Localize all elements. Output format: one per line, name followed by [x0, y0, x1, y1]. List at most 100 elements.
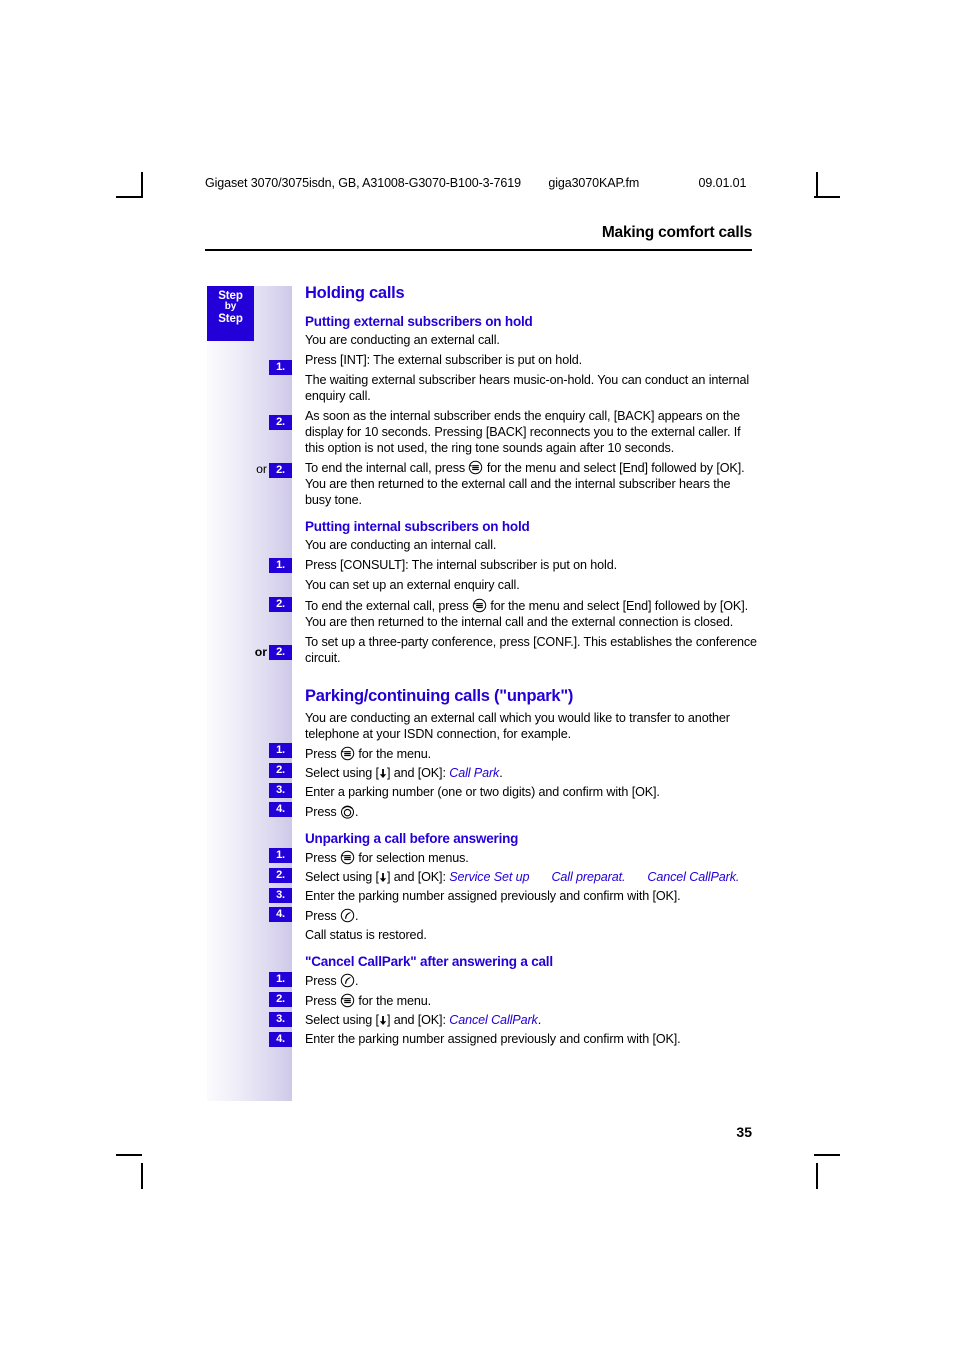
crop-mark-bottom-right-horizontal: [814, 1154, 840, 1156]
text-internal-intro: You are conducting an internal call.: [305, 538, 497, 553]
text-cancel-step-4: Enter the parking number assigned previo…: [305, 1031, 681, 1046]
subsection-title-cancel-callpark: "Cancel CallPark" after answering a call: [305, 953, 553, 969]
step-badge: 3.: [269, 783, 292, 798]
text-unparking-step-2-b: ] and [OK]:: [386, 870, 446, 885]
text-internal-step-1: Press [CONSULT]: The internal subscriber…: [305, 558, 617, 573]
menu-key-icon: [340, 850, 355, 865]
text-external-intro: You are conducting an external call.: [305, 332, 500, 347]
text-unparking-step-2: Select using [ ] and [OK]: Service Set up…: [305, 870, 757, 886]
crop-mark-top-left-vertical: [141, 172, 143, 198]
text-parking-intro: You are conducting an external call whic…: [305, 710, 730, 741]
step-badge: 1.: [269, 360, 292, 375]
subsection-title-external-hold: Putting external subscribers on hold: [305, 313, 533, 329]
step-badge: 4.: [269, 802, 292, 817]
step-by-step-label: Step by Step: [207, 286, 254, 341]
text-internal-note-1: You can set up an external enquiry call.: [305, 578, 520, 593]
text-cancel-step-1-a: Press: [305, 974, 337, 989]
text-parking-step-1-b: for the menu.: [358, 747, 432, 762]
or-label: or: [256, 462, 267, 476]
menu-item-service-set-up: Service Set up: [449, 870, 530, 885]
down-arrow-key-icon: [379, 768, 387, 779]
text-unparking-note: Call status is restored.: [305, 928, 427, 943]
chapter-rule: [205, 249, 752, 251]
text-internal-step-2-a: To end the external call, press: [305, 599, 469, 614]
section-title-parking: Parking/continuing calls ("unpark"): [305, 686, 574, 705]
crop-mark-top-right-vertical: [816, 172, 818, 198]
step-badge: 4.: [269, 907, 292, 922]
subsection-title-unparking: Unparking a call before answering: [305, 831, 519, 847]
step-badge: 1.: [269, 848, 292, 863]
step-badge: 3.: [269, 888, 292, 903]
crop-mark-bottom-left-vertical: [141, 1163, 143, 1189]
down-arrow-key-icon: [379, 872, 387, 883]
text-parking-step-2: Select using [ ] and [OK]: Call Park.: [305, 766, 757, 782]
step-badge: 2.: [269, 415, 292, 430]
main-content: Holding calls Putting external subscribe…: [305, 284, 757, 1051]
text-unparking-step-4-b: .: [354, 909, 359, 924]
text-parking-step-2-b: ] and [OK]:: [386, 766, 446, 781]
talk-key-icon: [340, 908, 355, 923]
text-unparking-step-2-a: Select using [: [305, 870, 379, 885]
text-unparking-step-3: Enter the parking number assigned previo…: [305, 889, 681, 904]
text-cancel-step-1-b: .: [354, 974, 359, 989]
text-cancel-step-3-a: Select using [: [305, 1013, 379, 1027]
text-parking-step-2-end: .: [499, 766, 503, 781]
step-badge: 1.: [269, 558, 292, 573]
source-file-name: giga3070KAP.fm: [548, 176, 640, 190]
step-badge: 1.: [269, 972, 292, 987]
text-cancel-step-2: Press for the menu.: [305, 993, 757, 1010]
crop-mark-bottom-right-vertical: [816, 1163, 818, 1189]
chapter-title: Making comfort calls: [601, 224, 752, 241]
text-parking-step-4: Press .: [305, 804, 757, 821]
step-badge: 2.: [269, 645, 292, 660]
text-external-step-2: As soon as the internal subscriber ends …: [305, 408, 741, 455]
text-unparking-step-4: Press .: [305, 908, 757, 925]
step-badge: 2.: [269, 992, 292, 1007]
step-badge: 2.: [269, 868, 292, 883]
hang-up-key-icon: [340, 804, 355, 819]
menu-key-icon: [340, 993, 355, 1008]
step-badge: 2.: [269, 597, 292, 612]
step-badge: 1.: [269, 743, 292, 758]
page-number: 35: [736, 1124, 752, 1140]
step-badge: 3.: [269, 1012, 292, 1027]
step-by-step-line-2: by: [224, 301, 237, 313]
crop-mark-top-right-horizontal: [814, 196, 840, 198]
menu-key-icon: [472, 598, 487, 613]
text-unparking-step-1-a: Press: [305, 851, 337, 866]
text-cancel-step-3: Select using [ ] and [OK]: Cancel CallPar…: [305, 1013, 757, 1029]
text-parking-step-1-a: Press: [305, 747, 337, 762]
text-external-step-2-alt: To end the internal call, press for the …: [305, 460, 757, 509]
text-cancel-step-2-b: for the menu.: [358, 994, 432, 1009]
menu-item-cancel-callpark: Cancel CallPark.: [647, 870, 740, 885]
step-badge: 2.: [269, 463, 292, 478]
step-by-step-line-3: Step: [218, 312, 243, 325]
step-badge: 4.: [269, 1032, 292, 1047]
text-parking-step-2-a: Select using [: [305, 766, 379, 781]
text-parking-step-1: Press for the menu.: [305, 746, 757, 763]
text-unparking-step-1: Press for selection menus.: [305, 850, 757, 867]
text-cancel-step-3-end: .: [537, 1013, 542, 1027]
text-cancel-step-3-b: ] and [OK]:: [386, 1013, 446, 1027]
menu-item-cancel-callpark: Cancel CallPark: [449, 1013, 538, 1027]
text-unparking-step-4-a: Press: [305, 909, 337, 924]
document-header: Gigaset 3070/3075isdn, GB, A31008-G3070-…: [205, 176, 780, 190]
menu-key-icon: [340, 746, 355, 761]
text-external-note-1: The waiting external subscriber hears mu…: [305, 372, 750, 403]
text-parking-step-4-a: Press: [305, 805, 337, 820]
document-identifier: Gigaset 3070/3075isdn, GB, A31008-G3070-…: [205, 176, 521, 190]
down-arrow-key-icon: [379, 1015, 387, 1026]
crop-mark-bottom-left-horizontal: [116, 1154, 142, 1156]
crop-mark-top-left-horizontal: [116, 196, 142, 198]
text-parking-step-4-b: .: [354, 805, 359, 820]
text-unparking-step-1-b: for selection menus.: [358, 851, 469, 866]
text-internal-step-2: To end the external call, press for the …: [305, 598, 757, 631]
menu-key-icon: [468, 460, 483, 475]
step-badge: 2.: [269, 763, 292, 778]
text-external-step-1: Press [INT]: The external subscriber is …: [305, 352, 583, 367]
menu-item-call-preparat: Call preparat.: [551, 870, 626, 885]
document-date: 09.01.01: [698, 176, 747, 190]
talk-key-icon: [340, 973, 355, 988]
menu-item-call-park: Call Park: [449, 766, 500, 781]
text-internal-step-2-alt: To set up a three-party conference, pres…: [305, 635, 757, 665]
